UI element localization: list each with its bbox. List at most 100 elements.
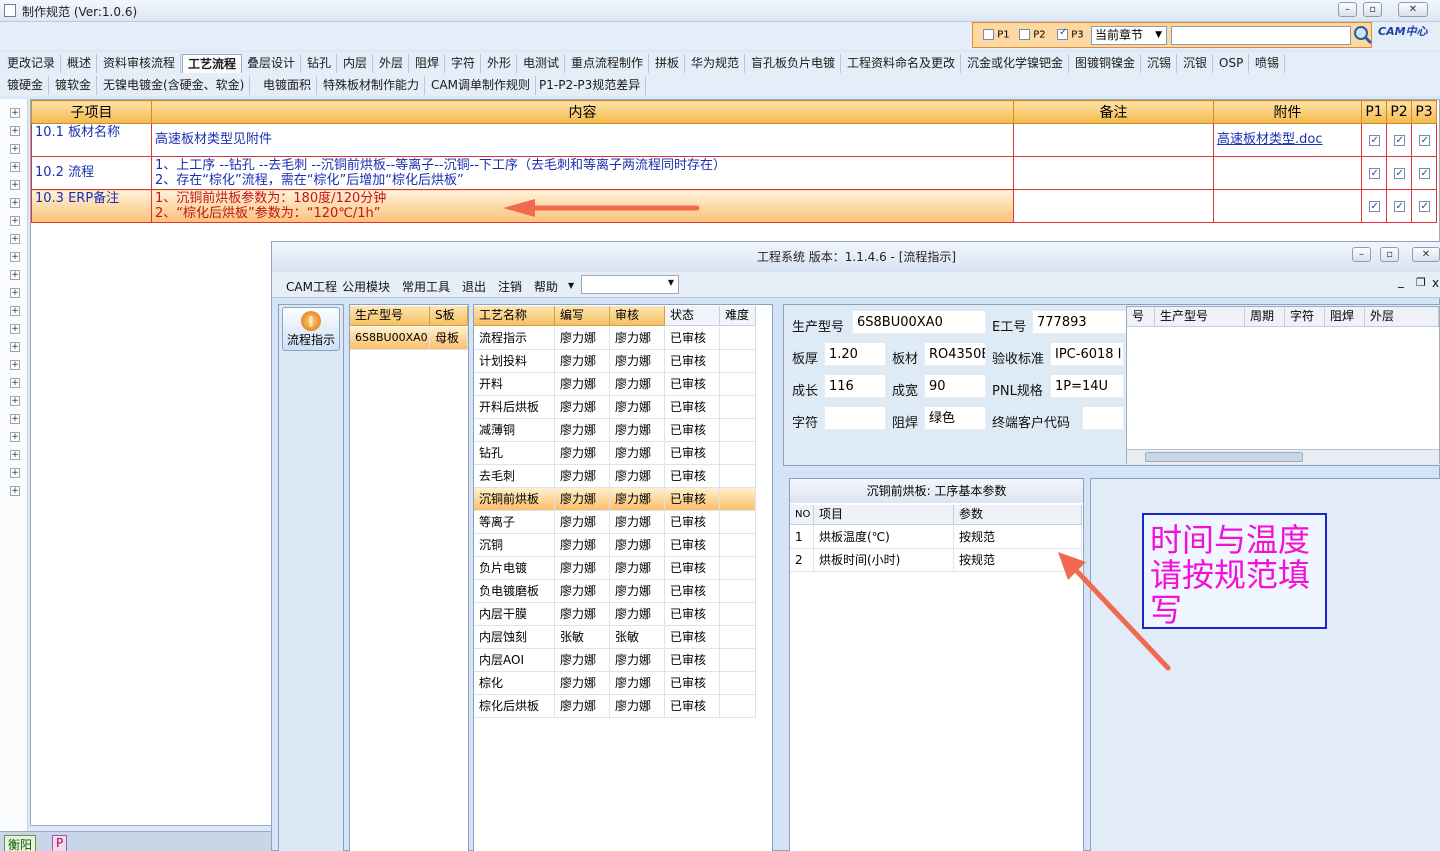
process-row[interactable]: 已审核 <box>665 557 720 580</box>
p3-checkbox[interactable] <box>1057 27 1068 40</box>
attachment-link[interactable]: 高速板材类型.doc <box>1217 132 1323 147</box>
tab-item[interactable]: 电镀面积 <box>258 76 318 95</box>
tab-item[interactable]: 电测试 <box>518 54 566 73</box>
menu-cam[interactable]: CAM工程 <box>286 278 337 295</box>
process-row[interactable] <box>720 557 756 580</box>
tab-item[interactable]: 外层 <box>374 54 410 73</box>
silkscreen-field[interactable] <box>824 406 886 430</box>
process-row[interactable]: 廖力娜 <box>610 373 665 396</box>
table-row[interactable]: 10.1 板材名称 高速板材类型见附件 高速板材类型.doc <box>31 123 1437 157</box>
tab-item[interactable]: 钻孔 <box>302 54 338 73</box>
tab-item[interactable]: 工艺流程 <box>182 54 243 73</box>
p1-checkbox[interactable] <box>1368 133 1380 148</box>
process-row[interactable]: 廖力娜 <box>610 419 665 442</box>
process-row[interactable]: 已审核 <box>665 626 720 649</box>
expand-icon[interactable]: + <box>10 270 20 280</box>
tab-item[interactable]: 盲孔板负片电镀 <box>746 54 842 73</box>
scope-select[interactable]: 当前章节 ▼ <box>1091 26 1167 45</box>
tab-item[interactable]: 工程资料命名及更改 <box>842 54 962 73</box>
expand-icon[interactable]: + <box>10 414 20 424</box>
process-row[interactable]: 已审核 <box>665 534 720 557</box>
sub-close-button[interactable]: ✕ <box>1412 247 1440 262</box>
process-row[interactable]: 已审核 <box>665 350 720 373</box>
process-row[interactable]: 等离子 <box>474 511 555 534</box>
module-select[interactable]: ▼ <box>581 275 679 294</box>
process-row[interactable] <box>720 695 756 718</box>
mdi-minimize-icon[interactable]: _ <box>1398 274 1404 288</box>
tab-item[interactable]: 资料审核流程 <box>98 54 182 73</box>
p3-checkbox[interactable] <box>1418 133 1430 148</box>
expand-icon[interactable]: + <box>10 180 20 190</box>
p1-filter[interactable]: P1 <box>983 29 1010 41</box>
expand-icon[interactable]: + <box>10 342 20 352</box>
row-note[interactable] <box>1013 189 1214 223</box>
process-row[interactable]: 廖力娜 <box>555 672 610 695</box>
process-row[interactable] <box>720 534 756 557</box>
expand-icon[interactable]: + <box>10 378 20 388</box>
process-row[interactable] <box>720 580 756 603</box>
process-row[interactable]: 棕化后烘板 <box>474 695 555 718</box>
p3-checkbox[interactable] <box>1418 199 1430 214</box>
tab-item[interactable]: 镀软金 <box>50 76 98 95</box>
tab-item[interactable]: 更改记录 <box>2 54 62 73</box>
process-row[interactable]: 廖力娜 <box>555 557 610 580</box>
expand-icon[interactable]: + <box>10 450 20 460</box>
process-row[interactable] <box>720 511 756 534</box>
tab-item[interactable]: 外形 <box>482 54 518 73</box>
process-row[interactable]: 已审核 <box>665 465 720 488</box>
tab-item[interactable]: 阻焊 <box>410 54 446 73</box>
menu-logout[interactable]: 注销 <box>498 278 522 295</box>
process-row[interactable]: 内层蚀刻 <box>474 626 555 649</box>
tab-item[interactable]: 无镍电镀金(含硬金、软金) <box>98 76 251 95</box>
tab-item[interactable]: 内层 <box>338 54 374 73</box>
process-row[interactable]: 廖力娜 <box>555 396 610 419</box>
minimize-button[interactable]: – <box>1338 2 1357 17</box>
p3-checkbox[interactable] <box>1418 166 1430 181</box>
p1-checkbox[interactable] <box>983 29 994 40</box>
expand-icon[interactable]: + <box>10 306 20 316</box>
process-row[interactable]: 已审核 <box>665 511 720 534</box>
process-row[interactable]: 廖力娜 <box>555 442 610 465</box>
p2-checkbox[interactable] <box>1019 29 1030 40</box>
process-row[interactable]: 廖力娜 <box>610 557 665 580</box>
tab-item[interactable]: 特殊板材制作能力 <box>318 76 426 95</box>
process-row[interactable]: 已审核 <box>665 580 720 603</box>
process-row[interactable] <box>720 396 756 419</box>
process-row[interactable]: 去毛刺 <box>474 465 555 488</box>
process-row[interactable]: 减薄铜 <box>474 419 555 442</box>
search-input[interactable] <box>1171 26 1351 45</box>
customer-code-field[interactable] <box>1082 406 1124 430</box>
expand-icon[interactable]: + <box>10 234 20 244</box>
tab-item[interactable]: 镀硬金 <box>2 76 50 95</box>
p1-checkbox[interactable] <box>1368 199 1380 214</box>
mdi-close-icon[interactable]: x <box>1432 276 1439 290</box>
process-row[interactable]: 廖力娜 <box>610 580 665 603</box>
expand-icon[interactable]: + <box>10 144 20 154</box>
process-row[interactable]: 廖力娜 <box>555 373 610 396</box>
process-row[interactable]: 廖力娜 <box>610 603 665 626</box>
tab-item[interactable]: 喷锡 <box>1250 54 1286 73</box>
process-row[interactable]: 廖力娜 <box>555 419 610 442</box>
pnl-field[interactable]: 1P=14U <box>1050 374 1124 398</box>
process-row[interactable]: 已审核 <box>665 396 720 419</box>
tab-item[interactable]: 概述 <box>62 54 98 73</box>
model-row-board[interactable]: 母板 <box>430 327 468 350</box>
menu-common[interactable]: 公用模块 <box>342 278 390 295</box>
expand-icon[interactable]: + <box>10 216 20 226</box>
scrollbar-thumb[interactable] <box>1145 452 1303 462</box>
process-row[interactable]: 已审核 <box>665 419 720 442</box>
expand-icon[interactable]: + <box>10 324 20 334</box>
soldermask-field[interactable]: 绿色 <box>924 406 986 430</box>
process-row[interactable]: 已审核 <box>665 672 720 695</box>
expand-icon[interactable]: + <box>10 198 20 208</box>
expand-icon[interactable]: + <box>10 126 20 136</box>
process-row[interactable]: 开料后烘板 <box>474 396 555 419</box>
table-row-selected[interactable]: 10.3 ERP备注 1、沉铜前烘板参数为：180度/120分钟 2、“棕化后烘板… <box>31 189 1437 223</box>
process-row[interactable]: 廖力娜 <box>555 350 610 373</box>
tab-item[interactable]: 重点流程制作 <box>566 54 650 73</box>
p2-checkbox[interactable] <box>1393 199 1405 214</box>
process-row[interactable]: 廖力娜 <box>610 534 665 557</box>
sub-minimize-button[interactable]: – <box>1352 247 1371 262</box>
process-row[interactable] <box>720 419 756 442</box>
row-note[interactable] <box>1013 156 1214 190</box>
